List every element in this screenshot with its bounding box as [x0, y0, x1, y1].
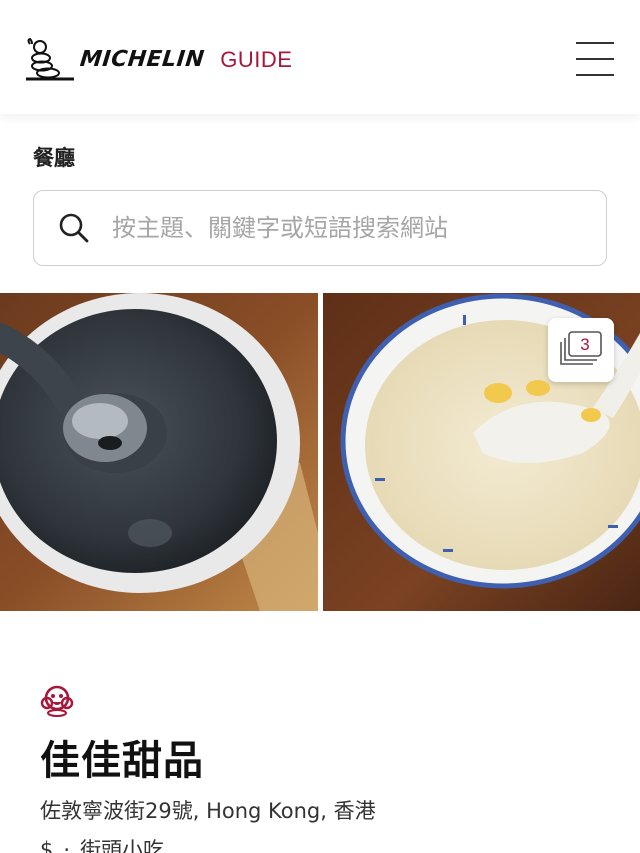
meta-separator: ·	[63, 838, 71, 853]
photo-count: 3	[580, 335, 590, 354]
hamburger-menu-button[interactable]	[576, 42, 614, 76]
top-header: MICHELIN GUIDE	[0, 0, 640, 114]
brand-guide: GUIDE	[220, 47, 293, 72]
restaurant-meta: $ · 街頭小吃	[40, 834, 164, 853]
search-icon	[59, 213, 89, 243]
restaurant-name: 佳佳甜品	[40, 737, 204, 784]
section-label: 餐廳	[33, 146, 75, 170]
restaurant-address: 佐敦寧波街29號, Hong Kong, 香港	[40, 799, 376, 823]
photo-count-button[interactable]: 3	[548, 318, 614, 382]
menu-line-icon	[576, 58, 614, 60]
menu-line-icon	[576, 42, 614, 44]
brand-word: MICHELIN	[78, 47, 206, 72]
bibendum-logo-icon	[26, 38, 74, 81]
search-input[interactable]	[110, 213, 574, 243]
menu-line-icon	[576, 74, 614, 76]
search-box[interactable]	[33, 190, 607, 266]
photo-gallery[interactable]	[0, 293, 640, 611]
gallery-photo-black-sesame-soup[interactable]	[0, 293, 318, 611]
bib-gourmand-icon	[40, 685, 74, 717]
page: MICHELIN GUIDE 餐廳 按主題、關鍵字或短語搜索網站 3 佳佳甜品 …	[0, 0, 640, 853]
price-level: $	[40, 838, 54, 853]
michelin-guide-logo[interactable]: MICHELIN GUIDE	[24, 38, 292, 82]
cuisine-type: 街頭小吃	[80, 838, 165, 853]
